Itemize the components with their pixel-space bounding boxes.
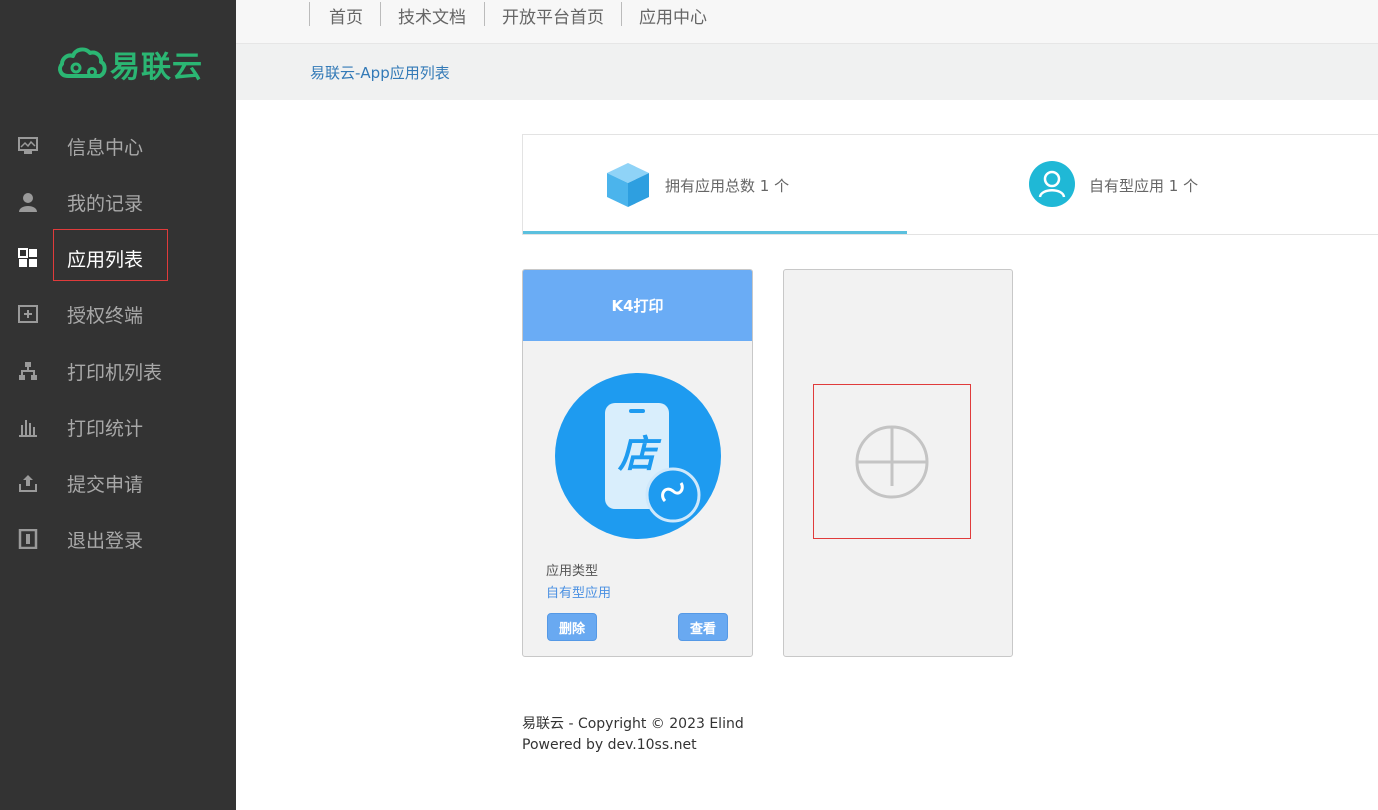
brand-name: 易联云 (110, 50, 203, 85)
add-terminal-icon (18, 304, 38, 324)
stats-panel: 拥有应用总数 1 个 自有型应用 1 个 (522, 134, 1378, 235)
logout-icon (18, 529, 38, 549)
breadcrumb: 易联云-App应用列表 (236, 44, 1378, 100)
top-nav-home[interactable]: 首页 (329, 3, 363, 28)
sidebar-item-info-center[interactable]: 信息中心 (0, 126, 236, 166)
sidebar-item-label: 打印统计 (67, 417, 144, 440)
sidebar-item-label: 授权终端 (67, 304, 144, 327)
add-app-card[interactable] (783, 269, 1013, 657)
cube-icon (607, 163, 649, 207)
shop-mini-program-icon: 店 (555, 373, 721, 539)
sidebar-item-label: 信息中心 (67, 136, 144, 159)
svg-text:店: 店 (617, 432, 662, 476)
own-apps-stat: 自有型应用 1 个 (1089, 177, 1199, 195)
user-circle-icon (1029, 161, 1075, 207)
cloud-logo-icon (58, 47, 107, 78)
nav-divider (484, 2, 485, 26)
app-type-label: 应用类型 (546, 564, 599, 579)
sidebar-item-print-stats[interactable]: 打印统计 (0, 407, 236, 447)
delete-button[interactable]: 删除 (547, 613, 597, 641)
app-card-header: K4打印 (523, 270, 752, 341)
sitemap-icon (18, 361, 38, 381)
app-type-value: 自有型应用 (546, 586, 612, 601)
copyright-text: 易联云 - Copyright © 2023 Elind (522, 716, 744, 732)
view-button[interactable]: 查看 (678, 613, 728, 641)
nav-divider (621, 2, 622, 26)
app-card-title: K4打印 (611, 297, 664, 315)
sidebar-item-label: 退出登录 (67, 529, 144, 552)
app-card[interactable]: K4打印 店 应用类型 自有型应用 删除 查看 (522, 269, 753, 657)
grid-icon (18, 248, 38, 268)
top-nav-docs[interactable]: 技术文档 (398, 3, 466, 28)
nav-divider (380, 2, 381, 26)
monitor-icon (18, 136, 38, 156)
upload-icon (18, 473, 38, 493)
user-icon (18, 192, 38, 212)
sidebar-item-label: 我的记录 (67, 192, 144, 215)
breadcrumb-link[interactable]: 易联云-App应用列表 (310, 62, 450, 83)
selection-highlight (53, 229, 168, 281)
sidebar-item-label: 打印机列表 (67, 361, 163, 384)
sidebar-item-printer-list[interactable]: 打印机列表 (0, 351, 236, 391)
top-nav-platform-home[interactable]: 开放平台首页 (502, 3, 604, 28)
bar-chart-icon (18, 417, 38, 437)
top-nav: 首页 技术文档 开放平台首页 应用中心 (236, 0, 1378, 44)
plus-circle-icon (855, 425, 929, 498)
add-app-button[interactable] (813, 384, 971, 539)
logo[interactable]: 易联云 (56, 44, 203, 85)
powered-by-text: Powered by dev.10ss.net (522, 737, 697, 753)
sidebar: 易联云 信息中心 我的记录 应用列表 授权终端 打印机列表 打印统计 提交申请 … (0, 0, 236, 810)
sidebar-item-authorized-terminal[interactable]: 授权终端 (0, 294, 236, 334)
sidebar-item-submit-application[interactable]: 提交申请 (0, 463, 236, 503)
tab-active-indicator (523, 231, 907, 234)
footer: 易联云 - Copyright © 2023 Elind Powered by … (522, 714, 744, 756)
sidebar-item-my-records[interactable]: 我的记录 (0, 182, 236, 222)
sidebar-item-logout[interactable]: 退出登录 (0, 519, 236, 559)
sidebar-item-label: 提交申请 (67, 473, 144, 496)
top-nav-app-center[interactable]: 应用中心 (639, 3, 707, 28)
nav-divider (309, 2, 310, 26)
total-apps-stat: 拥有应用总数 1 个 (665, 177, 790, 195)
